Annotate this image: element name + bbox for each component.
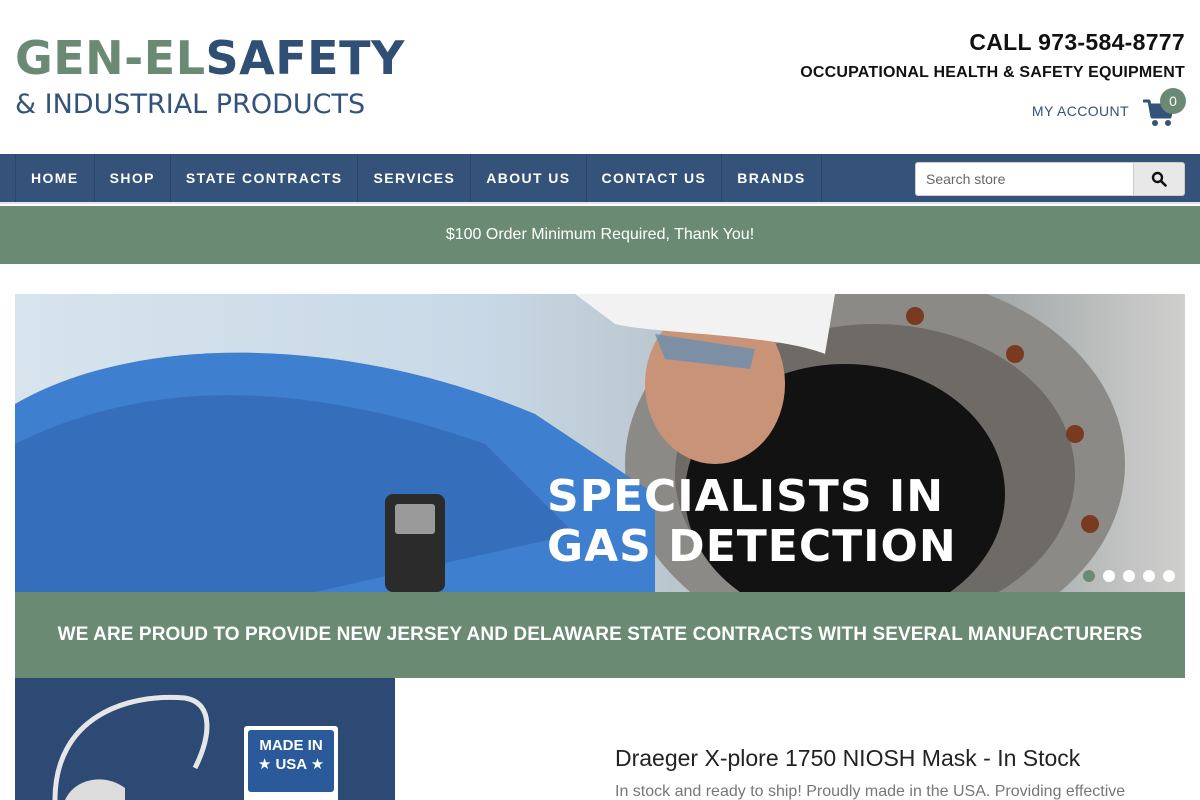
nav-item-brands[interactable]: BRANDS [722,154,822,202]
my-account-link[interactable]: MY ACCOUNT [1032,103,1129,119]
phone-number[interactable]: CALL 973-584-8777 [800,28,1185,56]
logo-part-safety: SAFETY [205,31,405,85]
order-minimum-notice: $100 Order Minimum Required, Thank You! [0,206,1200,264]
header-tagline: OCCUPATIONAL HEALTH & SAFETY EQUIPMENT [800,64,1185,81]
nav-item-about-us[interactable]: ABOUT US [471,154,587,202]
slider-dot-3[interactable] [1123,570,1135,582]
search-icon [1152,171,1168,187]
product-image[interactable]: MADE IN ★ USA ★ [15,678,395,800]
badge-line-1: MADE IN [259,737,323,754]
nav-list: HOME SHOP STATE CONTRACTS SERVICES ABOUT… [15,154,822,202]
cart-count-badge: 0 [1160,88,1186,114]
main-nav: HOME SHOP STATE CONTRACTS SERVICES ABOUT… [0,154,1200,204]
logo-title: GEN-ELSAFETY [15,30,405,86]
site-header: GEN-ELSAFETY & INDUSTRIAL PRODUCTS CALL … [0,0,1200,154]
state-contracts-banner: WE ARE PROUD TO PROVIDE NEW JERSEY AND D… [15,592,1185,678]
product-description: In stock and ready to ship! Proudly made… [615,783,1126,800]
made-in-usa-badge: MADE IN ★ USA ★ [241,723,341,800]
product-title[interactable]: Draeger X-plore 1750 NIOSH Mask - In Sto… [615,745,1080,772]
nav-item-services[interactable]: SERVICES [358,154,472,202]
badge-text: MADE IN ★ USA ★ [248,730,334,792]
hero-headline: SPECIALISTS IN GAS DETECTION [547,472,957,572]
nav-item-contact-us[interactable]: CONTACT US [587,154,723,202]
site-logo[interactable]: GEN-ELSAFETY & INDUSTRIAL PRODUCTS [15,30,405,122]
account-row: MY ACCOUNT 0 [800,88,1186,128]
badge-line-2: ★ USA ★ [257,756,325,773]
cart-button[interactable]: 0 [1143,88,1186,128]
logo-subtitle: & INDUSTRIAL PRODUCTS [15,89,366,120]
search-form [915,162,1185,196]
hero-slider[interactable]: SPECIALISTS IN GAS DETECTION [15,294,1185,592]
hero-line-1: SPECIALISTS IN [547,471,945,522]
slider-dot-1[interactable] [1083,570,1095,582]
hero-line-2: GAS DETECTION [547,521,957,572]
header-contact: CALL 973-584-8777 OCCUPATIONAL HEALTH & … [800,28,1186,128]
slider-dot-5[interactable] [1163,570,1175,582]
slider-dot-4[interactable] [1143,570,1155,582]
nav-item-home[interactable]: HOME [16,154,95,202]
nav-item-shop[interactable]: SHOP [95,154,171,202]
search-input[interactable] [915,162,1134,196]
nav-item-state-contracts[interactable]: STATE CONTRACTS [171,154,359,202]
slider-dot-2[interactable] [1103,570,1115,582]
slider-dots [1083,570,1175,582]
search-button[interactable] [1133,162,1185,196]
logo-part-gen-el: GEN-EL [15,31,206,85]
